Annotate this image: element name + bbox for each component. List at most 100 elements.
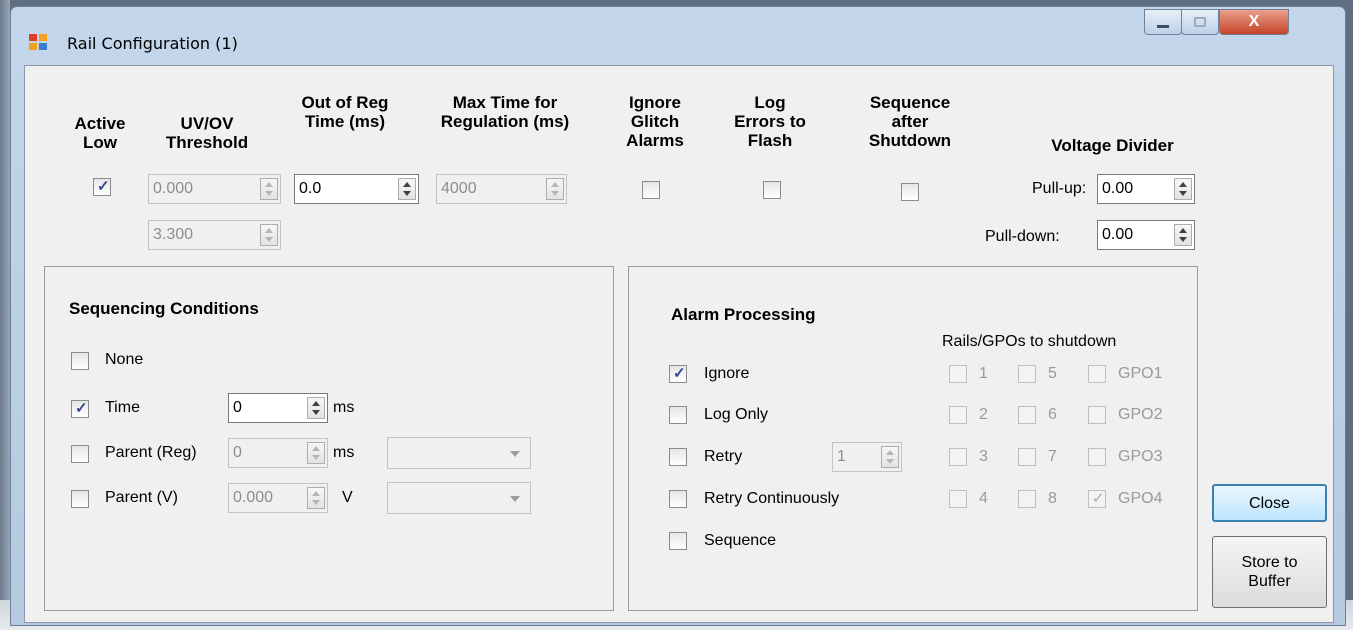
none-checkbox[interactable]	[71, 352, 89, 370]
spin-arrows-icon[interactable]	[881, 446, 899, 468]
parent-reg-spinbox[interactable]: 0	[228, 438, 328, 468]
rail-2-label: 2	[979, 406, 988, 423]
pulldown-spinbox[interactable]: 0.00	[1097, 220, 1195, 250]
parent-v-label: Parent (V)	[105, 489, 178, 506]
time-checkbox[interactable]: ✓	[71, 400, 89, 418]
pullup-label: Pull-up:	[1032, 180, 1087, 197]
parent-v-checkbox[interactable]	[71, 490, 89, 508]
none-label: None	[105, 351, 144, 368]
rail-4-checkbox[interactable]	[949, 490, 967, 508]
spin-arrows-icon[interactable]	[546, 178, 564, 200]
max-time-regulation-spinbox[interactable]: 4000	[436, 174, 567, 204]
log-only-checkbox[interactable]	[669, 406, 687, 424]
maximize-icon	[1194, 17, 1206, 27]
parent-reg-checkbox[interactable]	[71, 445, 89, 463]
rails-gpos-header: Rails/GPOs to shutdown	[942, 333, 1117, 350]
spin-arrows-icon[interactable]	[398, 178, 416, 200]
time-value: 0	[233, 399, 242, 416]
spin-arrows-icon[interactable]	[260, 178, 278, 200]
app-icon	[29, 34, 47, 50]
rail-7-label: 7	[1048, 448, 1057, 465]
sequence-checkbox[interactable]	[669, 532, 687, 550]
minimize-button[interactable]	[1144, 9, 1182, 35]
retry-checkbox[interactable]	[669, 448, 687, 466]
max-time-regulation-value: 4000	[441, 180, 477, 197]
rail-7-checkbox[interactable]	[1018, 448, 1036, 466]
gpo3-checkbox[interactable]	[1088, 448, 1106, 466]
gpo2-checkbox[interactable]	[1088, 406, 1106, 424]
rail-6-label: 6	[1048, 406, 1057, 423]
rail-8-checkbox[interactable]	[1018, 490, 1036, 508]
header-log-errors-flash: Log Errors to Flash	[734, 93, 806, 150]
rail-3-checkbox[interactable]	[949, 448, 967, 466]
gpo1-label: GPO1	[1118, 365, 1163, 382]
uv-threshold-value: 0.000	[153, 180, 194, 197]
spin-arrows-icon[interactable]	[307, 487, 325, 509]
sequencing-conditions-title: Sequencing Conditions	[69, 299, 259, 318]
desktop-edge	[0, 0, 10, 630]
retry-count-spinbox[interactable]: 1	[832, 442, 902, 472]
pullup-value: 0.00	[1102, 180, 1134, 197]
header-max-time-regulation: Max Time for Regulation (ms)	[440, 93, 570, 131]
alarm-processing-title: Alarm Processing	[671, 305, 816, 324]
store-to-buffer-button[interactable]: Store to Buffer	[1212, 536, 1327, 608]
spin-arrows-icon[interactable]	[1174, 178, 1192, 200]
pullup-spinbox[interactable]: 0.00	[1097, 174, 1195, 204]
spin-arrows-icon[interactable]	[260, 224, 278, 246]
spin-arrows-icon[interactable]	[307, 442, 325, 464]
rail-4-label: 4	[979, 490, 988, 507]
rail-3-label: 3	[979, 448, 988, 465]
out-of-reg-time-value: 0.0	[299, 180, 322, 197]
close-icon: X	[1248, 13, 1260, 30]
uv-threshold-spinbox[interactable]: 0.000	[148, 174, 281, 204]
retry-continuously-checkbox[interactable]	[669, 490, 687, 508]
rail-1-label: 1	[979, 365, 988, 382]
check-icon: ✓	[1092, 490, 1105, 507]
alarm-processing-group: Alarm Processing Rails/GPOs to shutdown …	[628, 266, 1198, 611]
parent-v-dropdown[interactable]	[387, 482, 531, 514]
sequencing-conditions-group: Sequencing Conditions None ✓ Time 0 ms P…	[44, 266, 614, 611]
header-sequence-after-shutdown: Sequence after Shutdown	[868, 93, 952, 150]
parent-reg-dropdown[interactable]	[387, 437, 531, 469]
close-window-button[interactable]: X	[1219, 9, 1289, 35]
chevron-down-icon	[510, 451, 520, 457]
header-voltage-divider: Voltage Divider	[1051, 136, 1174, 155]
ignore-label: Ignore	[704, 365, 750, 382]
sequence-after-shutdown-checkbox[interactable]	[901, 183, 919, 201]
parent-v-spinbox[interactable]: 0.000	[228, 483, 328, 513]
chevron-down-icon	[510, 496, 520, 502]
dialog-client-area: Active Low UV/OV Threshold Out of Reg Ti…	[24, 65, 1334, 623]
pulldown-label: Pull-down:	[985, 228, 1060, 245]
maximize-button[interactable]	[1181, 9, 1219, 35]
active-low-checkbox[interactable]: ✓	[93, 178, 111, 196]
rail-2-checkbox[interactable]	[949, 406, 967, 424]
header-active-low: Active Low	[74, 114, 126, 152]
window-title: Rail Configuration (1)	[67, 34, 238, 53]
out-of-reg-time-spinbox[interactable]: 0.0	[294, 174, 419, 204]
ov-threshold-value: 3.300	[153, 226, 194, 243]
rail-1-checkbox[interactable]	[949, 365, 967, 383]
parent-v-value: 0.000	[233, 489, 274, 506]
spin-arrows-icon[interactable]	[307, 397, 325, 419]
spin-arrows-icon[interactable]	[1174, 224, 1192, 246]
log-errors-flash-checkbox[interactable]	[763, 181, 781, 199]
gpo1-checkbox[interactable]	[1088, 365, 1106, 383]
header-ignore-glitch-alarms: Ignore Glitch Alarms	[626, 93, 684, 150]
ignore-checkbox[interactable]: ✓	[669, 365, 687, 383]
gpo4-label: GPO4	[1118, 490, 1163, 507]
rail-6-checkbox[interactable]	[1018, 406, 1036, 424]
title-bar[interactable]: Rail Configuration (1) X	[11, 7, 1345, 65]
ov-threshold-spinbox[interactable]: 3.300	[148, 220, 281, 250]
minimize-icon	[1157, 24, 1169, 28]
rail-5-checkbox[interactable]	[1018, 365, 1036, 383]
time-label: Time	[105, 399, 140, 416]
parent-reg-unit: ms	[333, 444, 355, 461]
gpo4-checkbox[interactable]: ✓	[1088, 490, 1106, 508]
check-icon: ✓	[75, 400, 88, 417]
ignore-glitch-alarms-checkbox[interactable]	[642, 181, 660, 199]
gpo2-label: GPO2	[1118, 406, 1163, 423]
gpo3-label: GPO3	[1118, 448, 1163, 465]
pulldown-value: 0.00	[1102, 226, 1134, 243]
close-button[interactable]: Close	[1212, 484, 1327, 522]
time-spinbox[interactable]: 0	[228, 393, 328, 423]
